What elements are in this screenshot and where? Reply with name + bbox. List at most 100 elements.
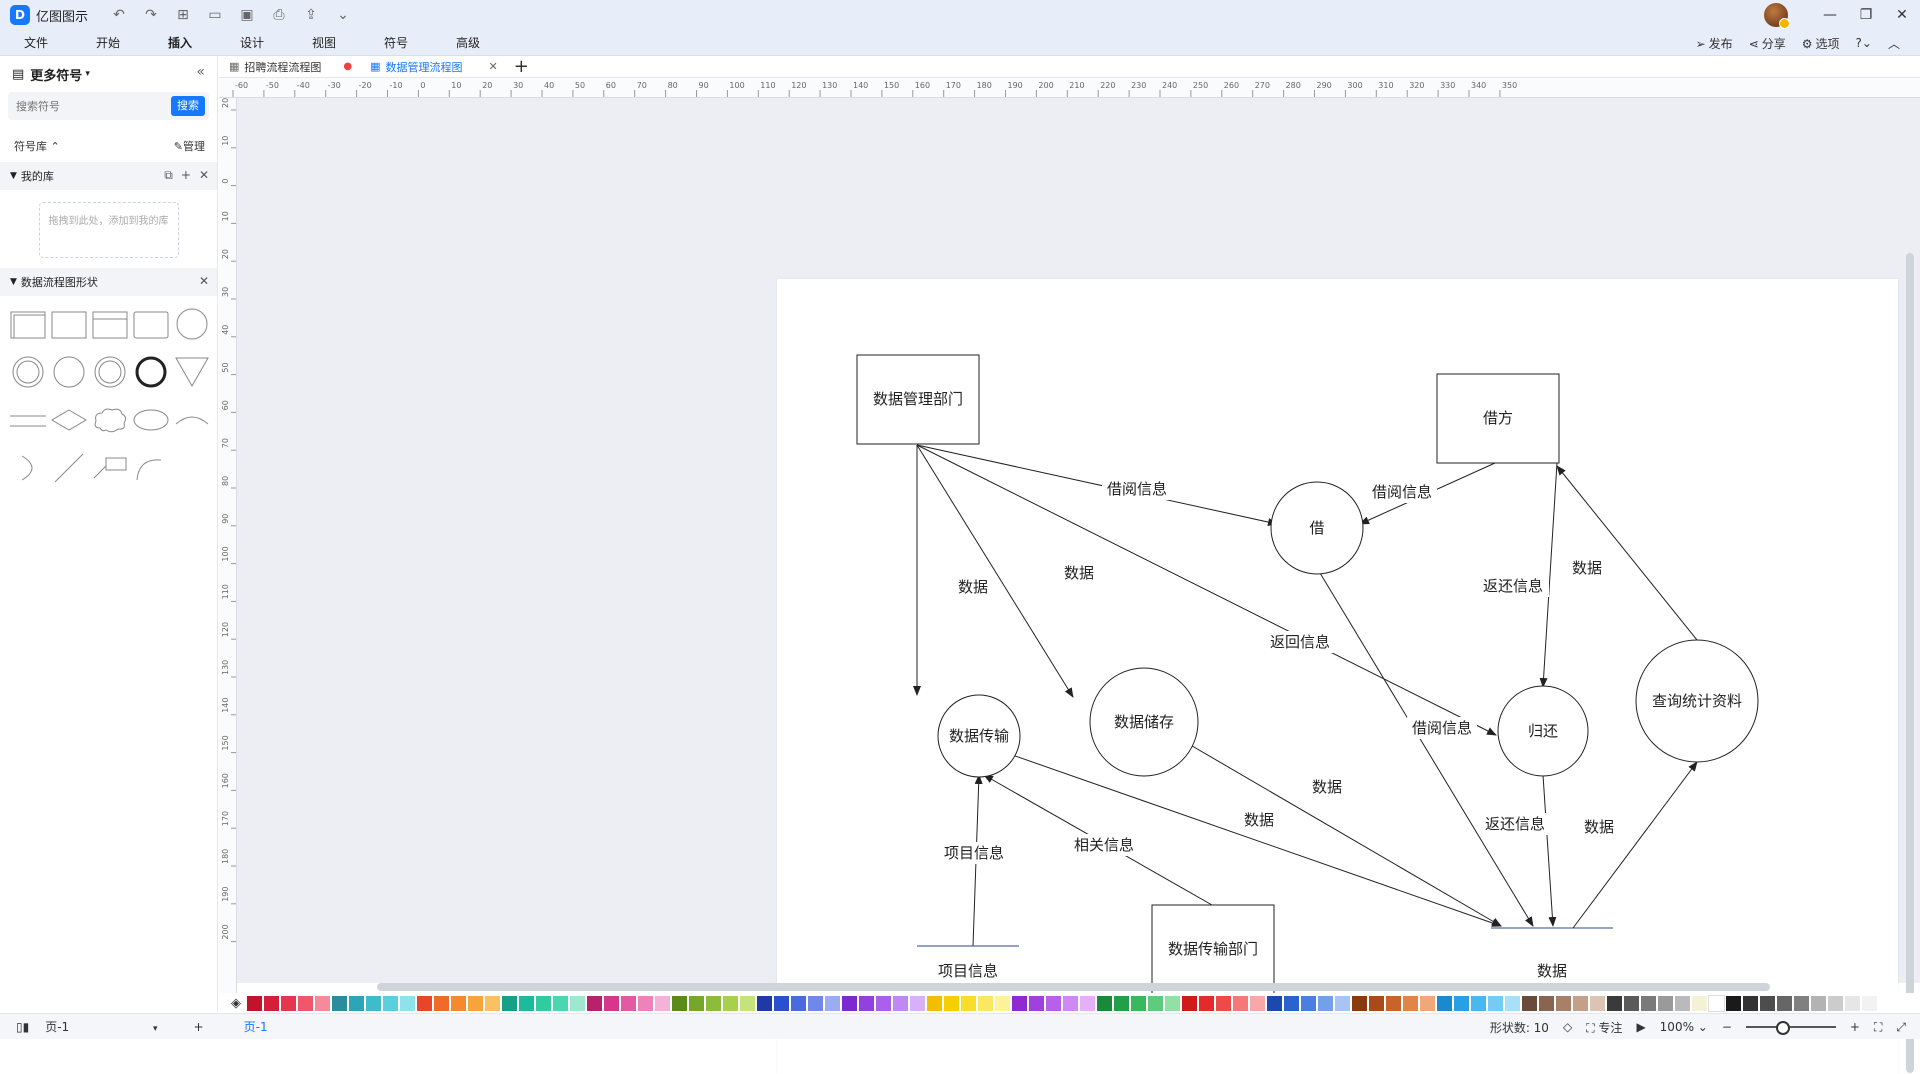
color-swatch[interactable] bbox=[604, 995, 619, 1011]
color-swatch[interactable] bbox=[553, 995, 568, 1011]
shape-cloud[interactable] bbox=[90, 402, 130, 438]
color-swatch[interactable] bbox=[1437, 995, 1452, 1011]
import-icon[interactable]: ⧉ bbox=[164, 168, 173, 183]
color-swatch[interactable] bbox=[1301, 995, 1316, 1011]
library-toggle[interactable]: 符号库 ⌃ bbox=[14, 138, 60, 154]
color-swatch[interactable] bbox=[1267, 995, 1282, 1011]
color-swatch[interactable] bbox=[1522, 995, 1537, 1011]
color-swatch[interactable] bbox=[451, 995, 466, 1011]
color-swatch[interactable] bbox=[1097, 995, 1112, 1011]
color-swatch[interactable] bbox=[332, 995, 347, 1011]
shape-arc-2[interactable] bbox=[131, 450, 171, 486]
color-swatch[interactable] bbox=[876, 995, 891, 1011]
color-swatch[interactable] bbox=[1641, 995, 1656, 1011]
color-swatch[interactable] bbox=[910, 995, 925, 1011]
help-button[interactable]: ?⌄ bbox=[1856, 36, 1872, 50]
color-swatch[interactable] bbox=[1318, 995, 1333, 1011]
menu-symbol[interactable]: 符号 bbox=[360, 34, 432, 51]
menu-view[interactable]: 视图 bbox=[288, 34, 360, 51]
color-swatch[interactable] bbox=[978, 995, 993, 1011]
menu-home[interactable]: 开始 bbox=[72, 34, 144, 51]
color-swatch[interactable] bbox=[995, 995, 1010, 1011]
layers-icon[interactable]: ◇ bbox=[1563, 1020, 1572, 1034]
menu-advanced[interactable]: 高级 bbox=[432, 34, 504, 51]
color-swatch[interactable] bbox=[247, 995, 262, 1011]
color-swatch[interactable] bbox=[1369, 995, 1384, 1011]
dfd-shapes-section[interactable]: ▼ 数据流程图形状 ✕ bbox=[0, 268, 217, 296]
entity-data-mgmt-dept[interactable]: 数据管理部门 bbox=[856, 354, 980, 445]
shape-ellipse[interactable] bbox=[131, 402, 171, 438]
edge-query-to-borrower[interactable] bbox=[1556, 465, 1698, 641]
color-swatch[interactable] bbox=[944, 995, 959, 1011]
options-button[interactable]: ⚙ 选项 bbox=[1802, 35, 1840, 52]
color-swatch[interactable] bbox=[638, 995, 653, 1011]
close-icon[interactable]: ✕ bbox=[1884, 7, 1920, 23]
collapse-panel-icon[interactable]: « bbox=[196, 64, 205, 80]
shape-triangle[interactable] bbox=[172, 354, 212, 390]
color-swatch[interactable] bbox=[1743, 995, 1758, 1011]
edge-storage-to-store[interactable] bbox=[1150, 721, 1502, 927]
more-symbols-title[interactable]: 更多符号 bbox=[30, 65, 82, 84]
color-swatch[interactable] bbox=[1454, 995, 1469, 1011]
data-flow-diagram[interactable]: 借阅信息 借阅信息 借阅信息 数据 数据 返回信息 返还信息 数据 数据 数据 bbox=[777, 279, 1898, 1074]
color-swatch[interactable] bbox=[1250, 995, 1265, 1011]
color-swatch[interactable] bbox=[1862, 995, 1877, 1011]
shape-circle-2[interactable] bbox=[49, 354, 89, 390]
color-swatch[interactable] bbox=[893, 995, 908, 1011]
color-swatch[interactable] bbox=[400, 995, 415, 1011]
manage-button[interactable]: ✎管理 bbox=[174, 138, 205, 154]
color-swatch[interactable] bbox=[1726, 995, 1741, 1011]
caret-down-icon[interactable]: ▾ bbox=[85, 69, 90, 79]
color-swatch[interactable] bbox=[536, 995, 551, 1011]
color-swatch[interactable] bbox=[842, 995, 857, 1011]
add-page-icon[interactable]: + bbox=[194, 1020, 204, 1034]
color-swatch[interactable] bbox=[672, 995, 687, 1011]
color-swatch[interactable] bbox=[570, 995, 585, 1011]
color-swatch[interactable] bbox=[774, 995, 789, 1011]
horizontal-scrollbar[interactable] bbox=[377, 983, 1770, 991]
shape-process-box[interactable] bbox=[90, 306, 130, 342]
color-swatch[interactable] bbox=[808, 995, 823, 1011]
shape-arc[interactable] bbox=[172, 402, 212, 438]
entity-borrower[interactable]: 借方 bbox=[1436, 373, 1560, 464]
color-swatch[interactable] bbox=[383, 995, 398, 1011]
color-swatch[interactable] bbox=[1828, 995, 1843, 1011]
my-library-dropzone[interactable]: 拖拽到此处，添加到我的库 bbox=[38, 202, 179, 258]
shape-rectangle[interactable] bbox=[49, 306, 89, 342]
color-swatch[interactable] bbox=[587, 995, 602, 1011]
color-swatch[interactable] bbox=[1386, 995, 1401, 1011]
color-swatch[interactable] bbox=[1708, 994, 1725, 1012]
shape-diamond[interactable] bbox=[49, 402, 89, 438]
share-button[interactable]: ⋖ 分享 bbox=[1749, 35, 1786, 52]
shape-line[interactable] bbox=[49, 450, 89, 486]
color-swatch[interactable] bbox=[961, 995, 976, 1011]
color-swatch[interactable] bbox=[1131, 995, 1146, 1011]
menu-design[interactable]: 设计 bbox=[216, 34, 288, 51]
color-swatch[interactable] bbox=[1692, 995, 1707, 1011]
fit-page-icon[interactable]: ⛶ bbox=[1874, 1020, 1882, 1035]
color-swatch[interactable] bbox=[689, 995, 704, 1011]
color-swatch[interactable] bbox=[349, 995, 364, 1011]
color-swatch[interactable] bbox=[1658, 995, 1673, 1011]
close-icon[interactable]: ✕ bbox=[199, 168, 209, 183]
edge-return-to-store[interactable] bbox=[1542, 774, 1557, 927]
new-file-icon[interactable]: ⊞ bbox=[174, 7, 192, 23]
color-swatch[interactable] bbox=[706, 995, 721, 1011]
entity-data-transfer-dept[interactable]: 数据传输部门 bbox=[1151, 904, 1275, 995]
color-swatch[interactable] bbox=[655, 995, 670, 1011]
customize-dropdown-icon[interactable]: ⌄ bbox=[334, 7, 352, 23]
color-swatch[interactable] bbox=[1845, 995, 1860, 1011]
close-tab-icon[interactable]: ✕ bbox=[489, 60, 498, 73]
user-avatar[interactable] bbox=[1764, 3, 1790, 29]
process-return[interactable]: 归还 bbox=[1497, 685, 1589, 777]
edge-dept-to-storage[interactable] bbox=[916, 444, 1074, 698]
shape-line-pair[interactable] bbox=[8, 402, 48, 438]
tab-recruitment-flow[interactable]: ▦ 招聘流程流程图 ● bbox=[219, 56, 360, 78]
color-swatch[interactable] bbox=[1505, 995, 1520, 1011]
color-swatch[interactable] bbox=[927, 995, 942, 1011]
color-swatch[interactable] bbox=[1471, 995, 1486, 1011]
color-swatch[interactable] bbox=[1352, 995, 1367, 1011]
color-swatch[interactable] bbox=[1114, 995, 1129, 1011]
add-icon[interactable]: + bbox=[181, 168, 191, 183]
shape-circle[interactable] bbox=[172, 306, 212, 342]
